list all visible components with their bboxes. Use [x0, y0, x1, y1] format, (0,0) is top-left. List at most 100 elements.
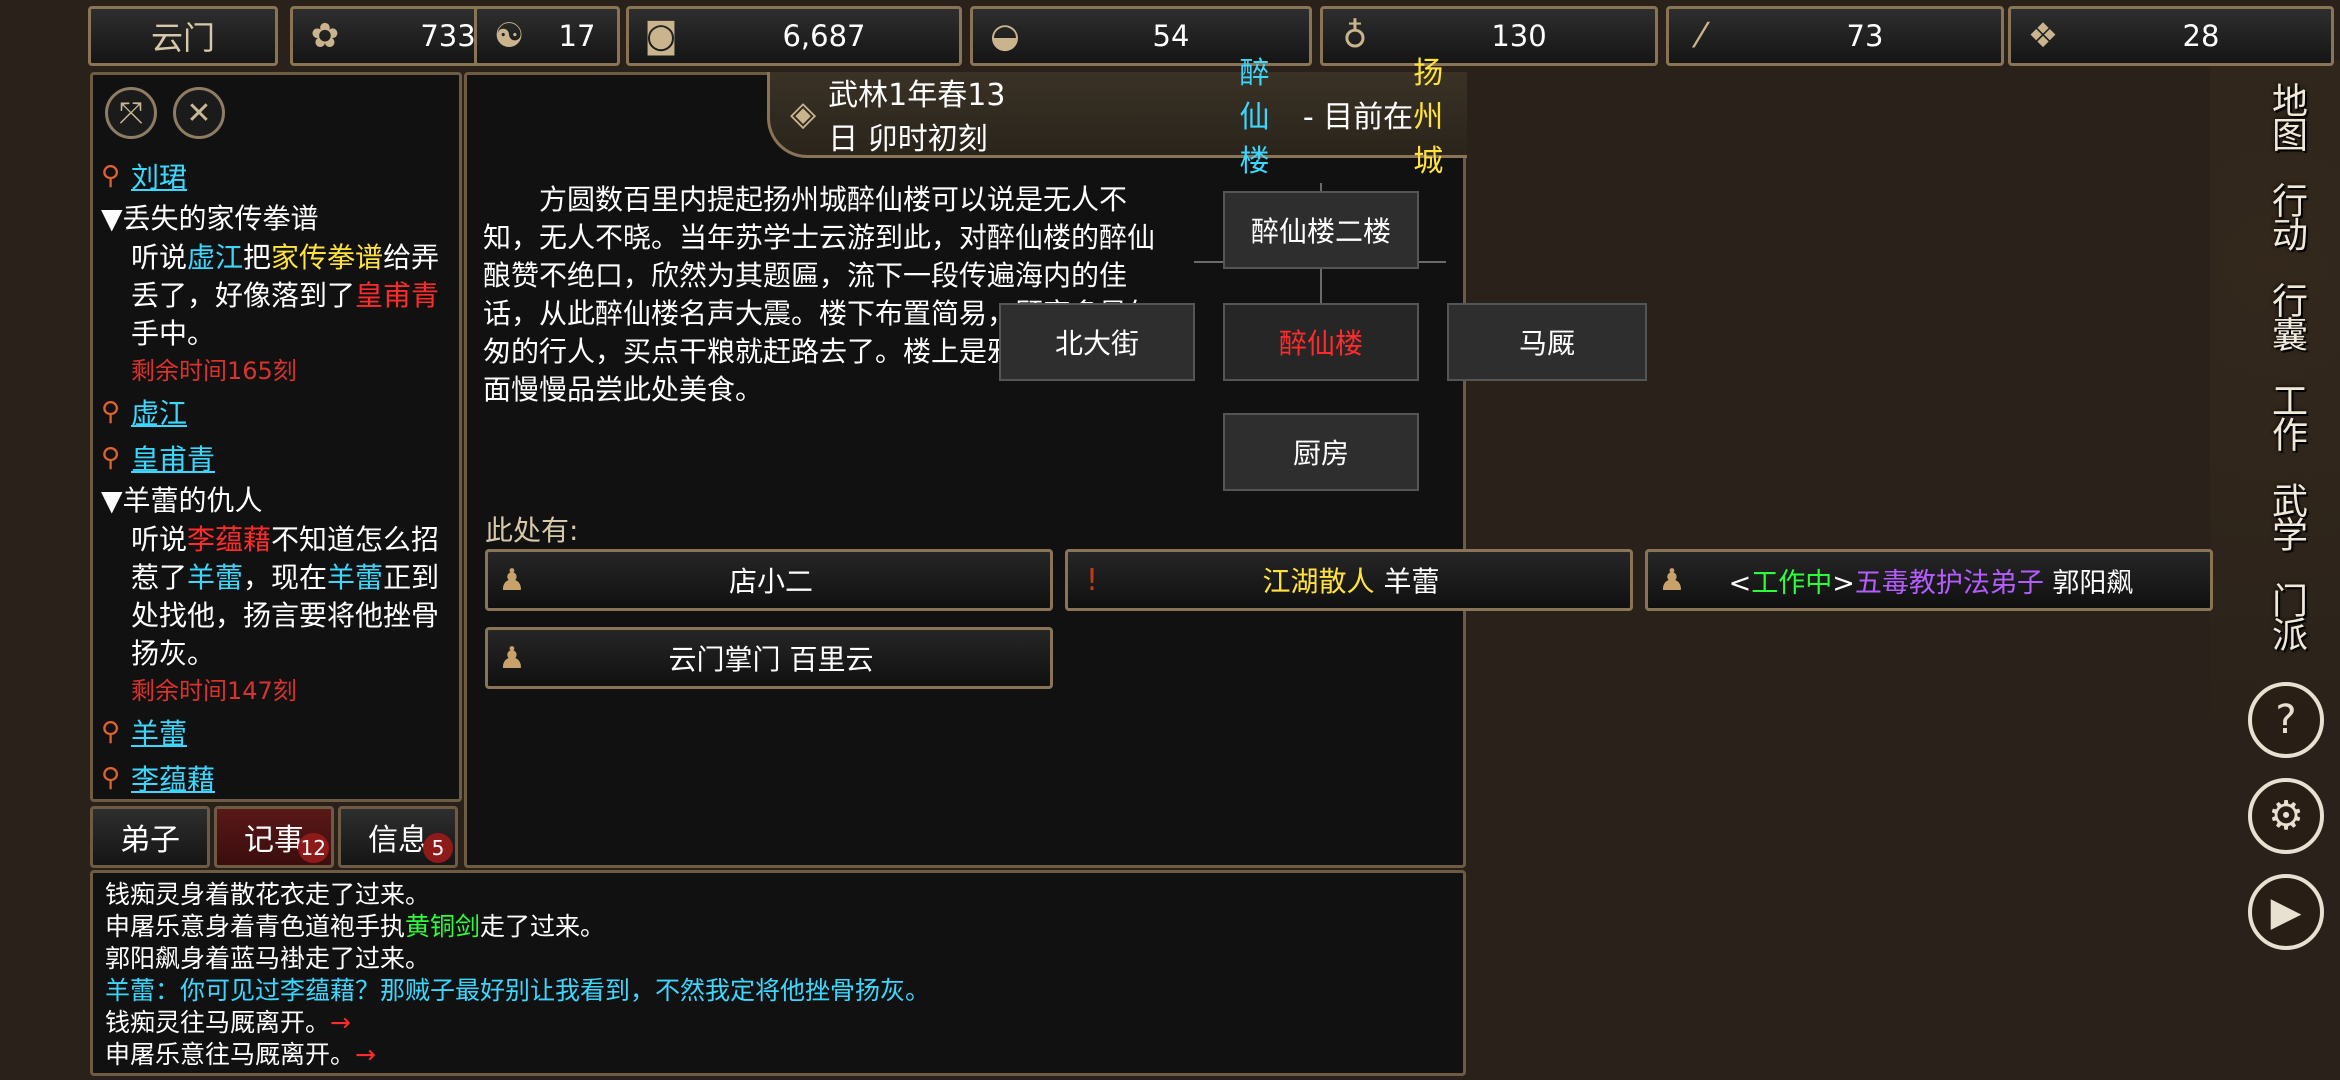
close-button[interactable]: ✕ — [173, 87, 225, 139]
coin-resource[interactable]: ◙ 6,687 — [626, 6, 962, 66]
scroll-resource[interactable]: ⁄ 73 — [1666, 6, 2004, 66]
npc-button[interactable]: ♟ <工作中>五毒教护法弟子 郭阳飙 — [1645, 549, 2213, 611]
person-name[interactable]: 虚江 — [131, 392, 187, 432]
martial-arts-menu-button[interactable]: 武学 — [2242, 470, 2330, 562]
location-separator: - 目前在 — [1293, 99, 1414, 135]
city-name: 扬州城 — [1413, 55, 1444, 179]
ore-resource[interactable]: ❖ 28 — [2008, 6, 2334, 66]
map-node-south[interactable]: 厨房 — [1223, 413, 1419, 491]
tab-disciples[interactable]: 弟子 — [90, 806, 210, 868]
bag-menu-button[interactable]: 行囊 — [2242, 270, 2330, 362]
help-icon: ? — [2275, 697, 2297, 743]
menu-label: 武学 — [2266, 482, 2307, 550]
sect-label: 云门 — [150, 19, 215, 57]
npc-name: 李蕴藉 — [187, 523, 272, 556]
map-node-current: 醉仙楼 — [1223, 303, 1419, 381]
npc-status: 工作中 — [1751, 567, 1833, 599]
map-pin-icon: ⚲ — [101, 443, 121, 473]
person-name[interactable]: 皇甫青 — [131, 438, 215, 478]
map-node-north[interactable]: 醉仙楼二楼 — [1223, 191, 1419, 269]
npc-button[interactable]: ♟ 云门掌门 百里云 — [485, 627, 1053, 689]
gourd-resource[interactable]: ♁ 130 — [1320, 6, 1658, 66]
map-node-east[interactable]: 马厩 — [1447, 303, 1647, 381]
ore-value: 28 — [2182, 19, 2220, 53]
yinyang-resource[interactable]: ☯ 17 — [474, 6, 620, 66]
action-menu-button[interactable]: 行动 — [2242, 170, 2330, 262]
food-bowl-icon: ◒ — [990, 16, 1020, 56]
map-pin-icon: ⚲ — [101, 763, 121, 793]
text: 走了过来。 — [480, 912, 606, 941]
person-icon: ♟ — [498, 562, 526, 598]
menu-label: 行动 — [2266, 182, 2307, 250]
npc-name: 皇甫青 — [355, 279, 440, 312]
play-icon: ▶ — [2270, 889, 2302, 935]
item-name: 黄铜剑 — [405, 912, 481, 941]
arrow-icon: → — [330, 1008, 351, 1037]
ore-icon: ❖ — [2027, 16, 2059, 56]
map-node-label: 醉仙楼二楼 — [1250, 215, 1391, 248]
quest-description: 听说李蕴藉不知道怎么招惹了羊蕾，现在羊蕾正到处找他，扬言要将他挫骨扬灰。 — [101, 521, 457, 673]
person-icon: ♟ — [1658, 562, 1686, 598]
here-label: 此处有: — [485, 514, 579, 547]
tab-info[interactable]: 信息 5 — [338, 806, 458, 868]
tab-label: 记事 — [244, 823, 304, 858]
coin-icon: ◙ — [644, 16, 678, 56]
collapse-button[interactable]: ⤧ — [105, 87, 157, 139]
npc-label: 店小二 — [728, 565, 813, 598]
map-node-west[interactable]: 北大街 — [999, 303, 1195, 381]
right-menu: 地图 行动 行囊 工作 武学 门派 ? ⚙ ▶ — [2236, 70, 2336, 1070]
text: 听说 — [131, 523, 188, 556]
person-name[interactable]: 李蕴藉 — [131, 758, 215, 798]
log-line: 钱痴灵往马厩离开。→ — [105, 1007, 1451, 1039]
message-log[interactable]: 钱痴灵身着散花衣走了过来。 申屠乐意身着青色道袍手执黄铜剑走了过来。 郭阳飙身着… — [90, 870, 1466, 1076]
quest-person-link[interactable]: ⚲ 皇甫青 — [101, 435, 457, 481]
quest-person-link[interactable]: ⚲ 羊蕾 — [101, 709, 457, 755]
log-line: 钱痴灵身着散花衣走了过来。 — [105, 880, 431, 909]
coin-value: 6,687 — [782, 19, 866, 53]
text: 手中。 — [131, 317, 216, 350]
map-menu-button[interactable]: 地图 — [2242, 70, 2330, 162]
person-name[interactable]: 羊蕾 — [131, 712, 187, 752]
text: ，现在 — [243, 561, 328, 594]
text: < — [1728, 567, 1752, 599]
tab-journal[interactable]: 记事 12 — [214, 806, 334, 868]
log-line: 申屠乐意往马厩离开。→ — [105, 1039, 1451, 1071]
text: 把 — [243, 241, 272, 274]
sect-button[interactable]: 云门 — [88, 6, 278, 66]
close-icon: ✕ — [186, 95, 212, 131]
quest-title[interactable]: ▼丢失的家传拳谱 — [101, 199, 457, 239]
quest-person-link[interactable]: ⚲ 李蕴藉 — [101, 755, 457, 801]
settings-button[interactable]: ⚙ — [2248, 778, 2324, 854]
work-menu-button[interactable]: 工作 — [2242, 370, 2330, 462]
gear-icon: ⚙ — [2268, 793, 2304, 839]
quest-person-link[interactable]: ⚲ 虚江 — [101, 389, 457, 435]
npc-title: 五毒教护法弟子 — [1854, 567, 2044, 599]
npc-name: 羊蕾 — [327, 561, 384, 594]
sect-menu-button[interactable]: 门派 — [2242, 570, 2330, 662]
tab-label: 弟子 — [120, 823, 180, 858]
npc-name: 郭阳飙 — [2052, 567, 2134, 599]
npc-label: 云门掌门 百里云 — [668, 643, 874, 676]
npc-name: 虚江 — [187, 241, 244, 274]
map-pin-icon: ⚲ — [101, 397, 121, 427]
person-icon: ♟ — [498, 640, 526, 676]
quest-description: 听说虚江把家传拳谱给弄丢了，好像落到了皇甫青手中。 — [101, 239, 457, 353]
text: 钱痴灵往马厩离开。 — [105, 1008, 331, 1037]
help-button[interactable]: ? — [2248, 682, 2324, 758]
npc-button[interactable]: ! 江湖散人 羊蕾 — [1065, 549, 1633, 611]
quest-time-remaining: 剩余时间165刻 — [131, 357, 297, 385]
person-name[interactable]: 刘珺 — [131, 156, 187, 196]
play-button[interactable]: ▶ — [2248, 874, 2324, 950]
resource-bar: 云门 ✿ 733 ☯ 17 ◙ 6,687 ◒ 54 ♁ 130 ⁄ 73 — [88, 6, 2008, 66]
quest-alert-icon: ! — [1085, 562, 1099, 598]
map-node-label: 厨房 — [1292, 437, 1349, 470]
scroll-icon: ⁄ — [1698, 16, 1704, 56]
text: 申屠乐意往马厩离开。 — [105, 1040, 356, 1069]
quest-person-link[interactable]: ⚲ 刘珺 — [101, 153, 457, 199]
quest-title[interactable]: ▼羊蕾的仇人 — [101, 481, 457, 521]
scroll-value: 73 — [1846, 19, 1884, 53]
npc-name: 羊蕾 — [187, 561, 244, 594]
gourd-icon: ♁ — [1342, 16, 1368, 56]
npc-button[interactable]: ♟ 店小二 — [485, 549, 1053, 611]
quest-list: ⚲ 刘珺 ▼丢失的家传拳谱 听说虚江把家传拳谱给弄丢了，好像落到了皇甫青手中。 … — [101, 153, 457, 801]
